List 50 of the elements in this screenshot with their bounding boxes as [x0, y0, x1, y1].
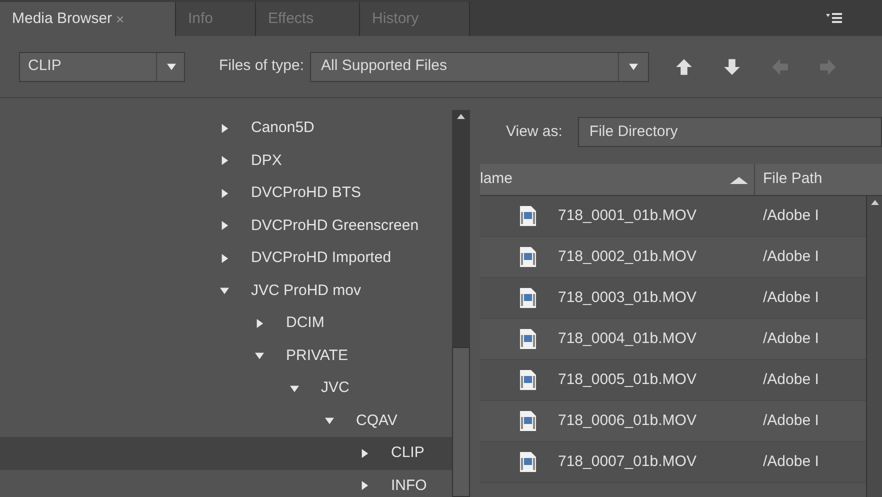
arrow-up-icon[interactable]: [675, 58, 694, 76]
collapsed-arrow-icon[interactable]: [360, 448, 369, 458]
location-dropdown[interactable]: CLIP: [19, 52, 185, 82]
video-file-icon: [520, 329, 536, 349]
file-path: /Adobe I: [762, 206, 819, 226]
view-as-dropdown[interactable]: File Directory: [578, 117, 882, 147]
video-file-icon: [520, 247, 536, 267]
file-name: 718_0006_01b.MOV: [558, 410, 696, 431]
file-path: /Adobe I: [762, 452, 819, 472]
tab[interactable]: Media Browser ×: [0, 2, 176, 36]
tree-item[interactable]: CLIP: [0, 437, 452, 470]
collapsed-arrow-icon[interactable]: [360, 481, 369, 490]
video-file-icon: [520, 288, 536, 308]
table-scrollbar[interactable]: [866, 196, 882, 497]
file-name: 718_0002_01b.MOV: [558, 246, 696, 267]
column-header[interactable]: File Path: [755, 164, 882, 195]
file-path: /Adobe I: [762, 328, 819, 349]
collapsed-arrow-icon[interactable]: [220, 254, 229, 263]
file-name: 718_0004_01b.MOV: [558, 328, 696, 349]
video-file-icon: [520, 411, 536, 431]
files-of-type-label: Files of type:: [219, 56, 304, 76]
file-path: /Adobe I: [762, 370, 819, 390]
dropdown-arrow-icon[interactable]: [629, 62, 638, 71]
file-name: 718_0003_01b.MOV: [558, 288, 696, 308]
sort-ascending-icon: [730, 176, 748, 184]
tree-scrollbar[interactable]: [452, 110, 470, 497]
expanded-arrow-icon[interactable]: [220, 286, 229, 296]
collapsed-arrow-icon[interactable]: [255, 318, 264, 328]
dropdown-arrow-icon[interactable]: [167, 62, 176, 71]
file-type-dropdown[interactable]: All Supported Files: [310, 52, 650, 82]
arrow-down-icon[interactable]: [723, 58, 742, 76]
panel-menu-icon[interactable]: [826, 12, 842, 24]
collapsed-arrow-icon[interactable]: [220, 156, 229, 166]
expanded-arrow-icon[interactable]: [325, 416, 334, 426]
video-file-icon: [520, 452, 536, 472]
column-header[interactable]: lame: [480, 164, 755, 195]
file-path: /Adobe I: [762, 246, 819, 267]
collapsed-arrow-icon[interactable]: [220, 124, 229, 133]
file-name: 718_0005_01b.MOV: [558, 370, 696, 390]
file-path: /Adobe I: [762, 288, 819, 308]
expanded-arrow-icon[interactable]: [290, 384, 299, 393]
file-path: /Adobe I: [762, 410, 819, 431]
collapsed-arrow-icon[interactable]: [220, 188, 229, 198]
file-name: 718_0007_01b.MOV: [558, 452, 696, 472]
video-file-icon: [520, 206, 536, 226]
file-name: 718_0001_01b.MOV: [558, 206, 696, 226]
collapsed-arrow-icon[interactable]: [220, 221, 229, 230]
video-file-icon: [520, 370, 536, 390]
expanded-arrow-icon[interactable]: [255, 351, 264, 360]
view-as-label: View as:: [506, 122, 562, 142]
